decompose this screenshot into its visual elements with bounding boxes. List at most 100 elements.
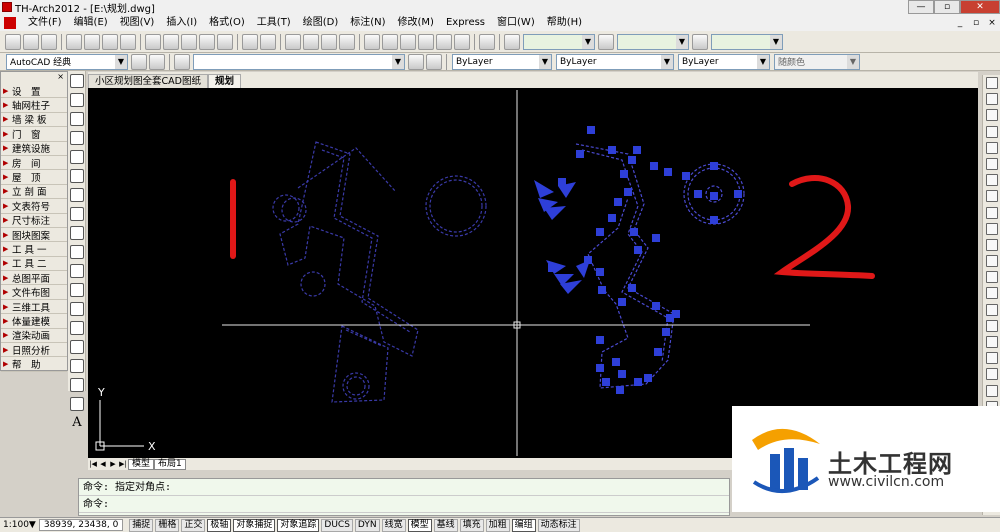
spline-icon[interactable] <box>70 226 84 240</box>
explode-icon[interactable] <box>986 336 998 348</box>
send-to-back-icon[interactable] <box>986 384 998 397</box>
panel-item-settings[interactable]: ▶ 设 置 <box>1 84 67 99</box>
fill-toggle[interactable]: 填充 <box>459 518 484 532</box>
doc-minimize-button[interactable]: _ <box>952 16 968 30</box>
draw-order-icon[interactable] <box>986 352 998 365</box>
lineweight-select[interactable]: ByLayer ▼ <box>678 53 770 70</box>
point-icon[interactable] <box>70 321 84 335</box>
break-icon[interactable] <box>986 271 998 284</box>
array-icon[interactable] <box>986 141 998 154</box>
layer-color-select[interactable]: ByLayer ▼ <box>452 53 552 70</box>
gradient-icon[interactable] <box>70 359 84 373</box>
fillet-icon[interactable] <box>986 319 998 332</box>
panel-item-door-window[interactable]: ▶ 门 窗 <box>1 127 67 142</box>
hatch-icon[interactable] <box>70 340 84 354</box>
menu-file[interactable]: 文件(F) <box>22 14 68 31</box>
ellipse-arc-icon[interactable] <box>70 264 84 278</box>
join-icon[interactable] <box>986 287 998 300</box>
model-toggle[interactable]: 模型 <box>407 518 432 532</box>
panel-item-tools-2[interactable]: ▶ 工 具 二 <box>1 257 67 272</box>
polygon-icon[interactable] <box>70 131 84 145</box>
linetype-select[interactable]: ByLayer ▼ <box>556 53 674 70</box>
redo-icon[interactable] <box>260 33 276 50</box>
save-workspace-icon[interactable] <box>149 53 165 70</box>
erase-icon[interactable] <box>986 77 998 89</box>
lineweight-toggle[interactable]: 线宽 <box>381 518 406 532</box>
calculator-icon[interactable] <box>454 33 470 50</box>
menu-express[interactable]: Express <box>440 14 491 31</box>
panel-item-text-symbols[interactable]: ▶ 文表符号 <box>1 199 67 214</box>
region-icon[interactable] <box>70 378 84 392</box>
scale-icon[interactable] <box>986 190 998 203</box>
panel-item-massing[interactable]: ▶ 体量建模 <box>1 314 67 329</box>
line-icon[interactable] <box>70 74 84 88</box>
maximize-button[interactable]: ▫ <box>934 0 960 14</box>
panel-item-tools-1[interactable]: ▶ 工 具 一 <box>1 242 67 257</box>
panel-item-elevation-section[interactable]: ▶ 立 剖 面 <box>1 185 67 200</box>
stretch-icon[interactable] <box>986 206 998 219</box>
design-center-icon[interactable] <box>382 33 398 50</box>
panel-item-site-plan[interactable]: ▶ 总图平面 <box>1 271 67 286</box>
open-icon[interactable] <box>23 33 39 50</box>
panel-item-room[interactable]: ▶ 房 间 <box>1 156 67 171</box>
menu-view[interactable]: 视图(V) <box>114 14 161 31</box>
break-at-point-icon[interactable] <box>986 255 998 268</box>
mirror-icon[interactable] <box>986 109 998 122</box>
tab-site-plan-drawings[interactable]: 小区规划图全套CAD图纸 <box>88 74 208 88</box>
doc-close-button[interactable]: × <box>984 16 1000 30</box>
cut-icon[interactable] <box>145 33 161 50</box>
properties-icon[interactable] <box>364 33 380 50</box>
last-tab-icon[interactable]: ▶| <box>118 459 128 469</box>
group-toggle[interactable]: 编组 <box>511 518 536 532</box>
panel-item-blocks-patterns[interactable]: ▶ 图块图案 <box>1 228 67 243</box>
plot-preview-icon[interactable] <box>84 33 100 50</box>
first-tab-icon[interactable]: |◀ <box>88 459 98 469</box>
paste-icon[interactable] <box>181 33 197 50</box>
panel-item-file-layout[interactable]: ▶ 文件布图 <box>1 285 67 300</box>
menu-tools[interactable]: 工具(T) <box>251 14 297 31</box>
layer-select[interactable]: ▼ <box>193 53 405 70</box>
command-prompt[interactable]: 命令: <box>79 496 729 513</box>
move-icon[interactable] <box>986 157 998 170</box>
save-icon[interactable] <box>41 33 57 50</box>
make-block-icon[interactable] <box>70 302 84 316</box>
offset-icon[interactable] <box>986 125 998 138</box>
bold-toggle[interactable]: 加粗 <box>485 518 510 532</box>
workspace-select[interactable]: AutoCAD 经典 ▼ <box>6 53 128 70</box>
menu-draw[interactable]: 绘图(D) <box>297 14 345 31</box>
osnap-toggle[interactable]: 对象捕捉 <box>233 518 276 532</box>
new-icon[interactable] <box>5 33 21 50</box>
table-style-icon[interactable] <box>692 33 708 50</box>
trim-icon[interactable] <box>986 222 998 235</box>
workspace-settings-icon[interactable] <box>131 53 147 70</box>
markup-icon[interactable] <box>436 33 452 50</box>
tab-layout1[interactable]: 布局1 <box>154 458 186 470</box>
block-editor-icon[interactable] <box>217 33 233 50</box>
doc-restore-button[interactable]: ▫ <box>968 16 984 30</box>
publish-icon[interactable] <box>102 33 118 50</box>
menu-window[interactable]: 窗口(W) <box>491 14 541 31</box>
ortho-toggle[interactable]: 正交 <box>181 518 206 532</box>
menu-edit[interactable]: 编辑(E) <box>68 14 114 31</box>
panel-item-3d-tools[interactable]: ▶ 三维工具 <box>1 300 67 315</box>
layer-previous-icon[interactable] <box>426 53 442 70</box>
copy-icon[interactable] <box>163 33 179 50</box>
text-icon[interactable]: A <box>70 416 84 430</box>
bring-to-front-icon[interactable] <box>986 368 998 381</box>
table-icon[interactable] <box>70 397 84 411</box>
ducs-toggle[interactable]: DUCS <box>321 518 353 532</box>
match-properties-icon[interactable] <box>199 33 215 50</box>
copy-object-icon[interactable] <box>986 93 998 106</box>
panel-item-help[interactable]: ▶ 帮 助 <box>1 357 67 372</box>
menu-help[interactable]: 帮助(H) <box>541 14 588 31</box>
layer-manager-icon[interactable] <box>174 53 190 70</box>
close-icon[interactable]: × <box>57 72 64 84</box>
zoom-previous-icon[interactable] <box>339 33 355 50</box>
panel-item-facilities[interactable]: ▶ 建筑设施 <box>1 142 67 156</box>
revision-cloud-icon[interactable] <box>70 207 84 221</box>
dim-style-select[interactable]: ▼ <box>617 33 689 50</box>
panel-item-sunlight[interactable]: ▶ 日照分析 <box>1 343 67 358</box>
chamfer-icon[interactable] <box>986 303 998 316</box>
command-window[interactable]: 命令: 指定对角点: 命令: <box>78 478 730 516</box>
prev-tab-icon[interactable]: ◀ <box>98 459 108 469</box>
